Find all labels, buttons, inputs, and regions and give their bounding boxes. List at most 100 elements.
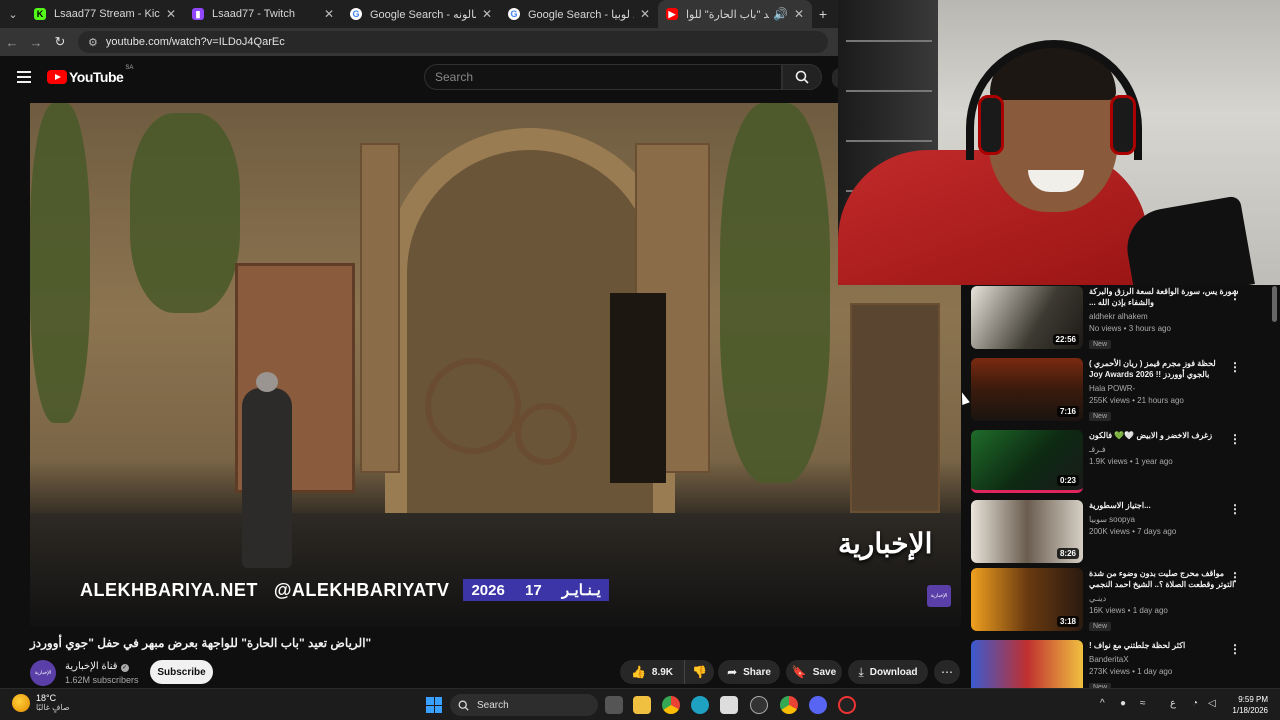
video-player[interactable]: الإخبارية ALEKHBARIYA.NET @ALEKHBARIYATV… <box>30 103 961 627</box>
video-thumbnail[interactable]: 7:16 <box>971 358 1083 421</box>
more-vert-icon[interactable]: ⋮ <box>1229 502 1241 516</box>
taskbar-search[interactable]: Search <box>450 694 598 716</box>
browser-tab-google-1[interactable]: G Google Search - صالونه ✕ <box>342 0 500 28</box>
menu-icon[interactable] <box>17 71 31 83</box>
tab-title: Google Search - صالونه <box>370 8 476 21</box>
dislike-button[interactable]: 👎 <box>684 660 714 684</box>
news-ticker: ALEKHBARIYA.NET @ALEKHBARIYATV 2026 يـنـ… <box>80 579 609 601</box>
browser-tab-google-2[interactable]: G Google Search - سروال لوبيا ✕ <box>500 0 658 28</box>
video-thumbnail[interactable]: 0:23 <box>971 430 1083 493</box>
tab-close-icon[interactable]: ✕ <box>324 7 334 21</box>
tab-close-icon[interactable]: ✕ <box>482 7 492 21</box>
channel-name[interactable]: aldhekr alhakem <box>1089 312 1239 321</box>
video-title[interactable]: سورة يس، سورة الواقعة لسعة الرزق والبركة… <box>1089 286 1239 308</box>
reload-icon[interactable]: ↻ <box>48 34 72 50</box>
like-button[interactable]: 👍 8.9K <box>620 660 684 684</box>
back-icon[interactable]: ← <box>0 35 24 50</box>
tray-network-icon[interactable]: ≈ <box>1140 698 1146 709</box>
youtube-logo[interactable]: YouTube SA <box>47 65 133 85</box>
more-vert-icon[interactable]: ⋮ <box>1229 432 1241 446</box>
windows-start-icon[interactable] <box>426 697 442 713</box>
video-title[interactable]: مواقف محرج صليت بدون وضوء من شدة التوتر … <box>1089 568 1239 590</box>
speaker-icon[interactable]: 🔊 <box>773 7 788 21</box>
ticker-site: ALEKHBARIYA.NET <box>80 579 258 600</box>
channel-name[interactable]: دينـي <box>1089 594 1239 603</box>
video-info: اكثر لحظة جلطتني مع نواف ! BanderitaX 27… <box>1089 640 1239 692</box>
twitch-icon: ▮ <box>192 8 204 20</box>
app-icon[interactable] <box>750 696 768 714</box>
site-info-icon[interactable]: ⚙ <box>88 36 98 49</box>
video-title[interactable]: زغرف الاخضر و الابيض 🤍💚 فالكون <box>1089 430 1239 441</box>
channel-name[interactable]: BanderitaX <box>1089 655 1239 664</box>
obs-icon[interactable] <box>838 696 856 714</box>
bookmark-icon: 🔖 <box>791 665 807 679</box>
video-thumbnail[interactable] <box>971 640 1083 692</box>
channel-name[interactable]: فـرقـ <box>1089 445 1239 454</box>
new-tab-icon[interactable]: + <box>812 6 834 22</box>
forward-icon[interactable]: → <box>24 35 48 50</box>
url-field[interactable]: ⚙ youtube.com/watch?v=ILDoJ4QarEc <box>78 31 828 53</box>
search-button[interactable] <box>782 64 822 90</box>
task-view-icon[interactable] <box>605 696 623 714</box>
more-vert-icon[interactable]: ⋮ <box>1229 288 1241 302</box>
video-scenery <box>850 303 940 513</box>
discord-icon[interactable] <box>809 696 827 714</box>
broadcaster-logo: الإخبارية <box>838 528 933 559</box>
channel-avatar[interactable]: الإخبارية <box>30 660 56 686</box>
system-clock[interactable]: 9:59 PM 1/18/2026 <box>1224 694 1268 716</box>
recommended-video[interactable]: 22:56 سورة يس، سورة الواقعة لسعة الرزق و… <box>971 286 1271 350</box>
save-button[interactable]: 🔖 Save <box>786 660 842 684</box>
tab-close-icon[interactable]: ✕ <box>166 7 176 21</box>
volume-icon[interactable]: ◁ <box>1208 698 1216 709</box>
google-icon: G <box>350 8 362 20</box>
weather-widget[interactable]: 18°C صافٍ غالبًا <box>12 693 70 713</box>
tab-search-chevron-icon[interactable]: ⌄ <box>0 0 26 28</box>
chrome-icon[interactable] <box>662 696 680 714</box>
more-actions-button[interactable]: ⋯ <box>934 660 960 684</box>
recommended-video[interactable]: 3:18 مواقف محرج صليت بدون وضوء من شدة ال… <box>971 568 1271 632</box>
download-button[interactable]: ⤓ Download <box>848 660 928 684</box>
video-title[interactable]: اكثر لحظة جلطتني مع نواف ! <box>1089 640 1239 651</box>
channel-name[interactable]: قناة الإخبارية ✓ <box>65 661 129 672</box>
video-scenery <box>610 293 666 483</box>
channel-name[interactable]: سوبيا soopya <box>1089 515 1239 524</box>
search-input[interactable]: Search <box>424 64 782 90</box>
chrome-profile-icon[interactable] <box>780 696 798 714</box>
weather-description: صافٍ غالبًا <box>36 703 70 712</box>
tab-close-icon[interactable]: ✕ <box>794 7 804 21</box>
channel-name[interactable]: Hala POWR- <box>1089 384 1239 393</box>
recommended-video[interactable]: اكثر لحظة جلطتني مع نواف ! BanderitaX 27… <box>971 640 1271 692</box>
tab-close-icon[interactable]: ✕ <box>640 7 650 21</box>
more-vert-icon[interactable]: ⋮ <box>1229 360 1241 374</box>
video-info: مواقف محرج صليت بدون وضوء من شدة التوتر … <box>1089 568 1239 633</box>
recommended-video[interactable]: 8:26 ...اجتياز الاسطورية سوبيا soopya 20… <box>971 500 1271 564</box>
subscribe-button[interactable]: Subscribe <box>150 660 213 684</box>
video-title[interactable]: ...اجتياز الاسطورية <box>1089 500 1239 511</box>
thumbs-down-icon: 👎 <box>692 665 707 679</box>
tray-app-icon[interactable]: ● <box>1120 698 1126 709</box>
browser-tab-youtube[interactable]: ▶ الرياض تعيد "باب الحارة" للوا 🔊 ✕ <box>658 0 812 28</box>
browser-tab-twitch[interactable]: ▮ Lsaad77 - Twitch ✕ <box>184 0 342 28</box>
video-thumbnail[interactable]: 3:18 <box>971 568 1083 631</box>
ticker-handle: @ALEKHBARIYATV <box>273 579 450 600</box>
video-thumbnail[interactable]: 8:26 <box>971 500 1083 563</box>
more-vert-icon[interactable]: ⋮ <box>1229 570 1241 584</box>
video-title[interactable]: لحظة فوز مجرم قيمز ( ريان الأحمري ) بالج… <box>1089 358 1239 380</box>
edge-icon[interactable] <box>691 696 709 714</box>
video-meta: 1.9K views • 1 year ago <box>1089 457 1173 466</box>
youtube-logo-text: YouTube <box>69 69 124 85</box>
input-language[interactable]: ع <box>1170 698 1176 709</box>
sidebar-scrollbar[interactable] <box>1272 286 1277 322</box>
wifi-icon[interactable]: ◔ <box>1192 698 1198 709</box>
recommended-video[interactable]: 0:23 زغرف الاخضر و الابيض 🤍💚 فالكون فـرق… <box>971 430 1271 494</box>
more-vert-icon[interactable]: ⋮ <box>1229 642 1241 656</box>
tray-overflow-icon[interactable]: ^ <box>1100 698 1105 709</box>
search-icon <box>458 700 469 711</box>
browser-tab-kick[interactable]: K Lsaad77 Stream - Kick Dashboa ✕ <box>26 0 184 28</box>
youtube-play-icon <box>47 70 67 84</box>
recommended-video[interactable]: 7:16 لحظة فوز مجرم قيمز ( ريان الأحمري )… <box>971 358 1271 422</box>
file-explorer-icon[interactable] <box>633 696 651 714</box>
video-thumbnail[interactable]: 22:56 <box>971 286 1083 349</box>
store-icon[interactable] <box>720 696 738 714</box>
share-button[interactable]: ➦ Share <box>718 660 780 684</box>
